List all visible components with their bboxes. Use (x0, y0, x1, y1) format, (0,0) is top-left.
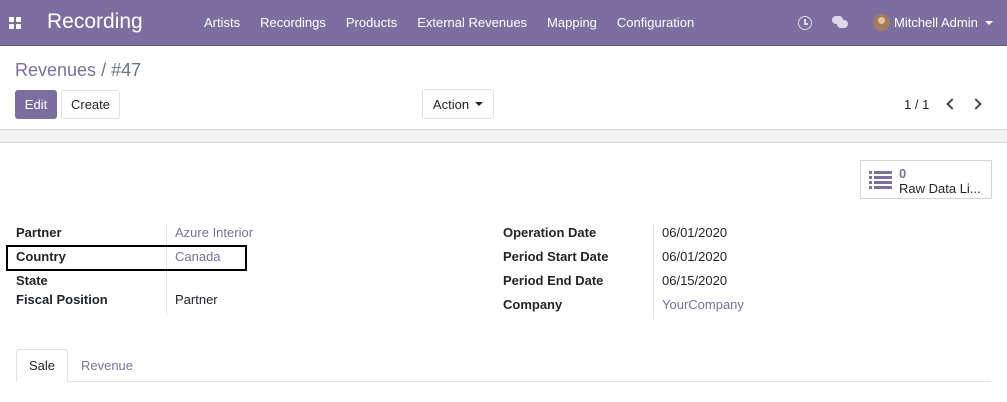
operation-date-label: Operation Date (503, 225, 597, 240)
menu-item-external-revenues[interactable]: External Revenues (407, 0, 537, 46)
country-row-highlight (6, 245, 247, 271)
breadcrumb-separator: / (101, 60, 107, 80)
partner-value[interactable]: Azure Interior (175, 225, 253, 240)
menu-item-mapping[interactable]: Mapping (537, 0, 607, 46)
breadcrumb-parent[interactable]: Revenues (15, 60, 96, 80)
user-name: Mitchell Admin (894, 15, 978, 30)
pager-value[interactable]: 1 / 1 (904, 97, 929, 112)
apps-grid-icon[interactable] (9, 17, 21, 29)
chevron-left-icon[interactable] (944, 97, 958, 111)
operation-date-value: 06/01/2020 (662, 225, 728, 240)
avatar (873, 14, 890, 31)
company-label: Company (503, 297, 563, 312)
menu-item-configuration[interactable]: Configuration (607, 0, 704, 46)
period-end-date-label: Period End Date (503, 273, 604, 288)
breadcrumb: Revenues / #47 (15, 60, 141, 81)
chat-icon[interactable] (832, 16, 848, 30)
chevron-right-icon[interactable] (970, 97, 984, 111)
menu-item-recordings[interactable]: Recordings (250, 0, 336, 46)
create-button[interactable]: Create (61, 90, 120, 119)
state-label: State (16, 273, 48, 288)
caret-down-icon (984, 20, 993, 25)
menu-item-artists[interactable]: Artists (194, 0, 250, 46)
caret-down-icon (475, 102, 484, 106)
action-label: Action (432, 96, 470, 112)
raw-data-lines-button[interactable]: 0 Raw Data Li... (860, 160, 992, 199)
right-field-divider (653, 223, 654, 319)
user-menu[interactable]: Mitchell Admin (873, 14, 993, 31)
tab-revenue[interactable]: Revenue (69, 349, 145, 382)
partner-label: Partner (16, 225, 62, 240)
list-icon (869, 171, 892, 190)
top-navbar: Recording Artists Recordings Products Ex… (0, 0, 1007, 46)
notebook-tabs: Sale Revenue (16, 349, 991, 382)
period-start-date-value: 06/01/2020 (662, 249, 728, 264)
period-end-date-value: 06/15/2020 (662, 273, 728, 288)
tab-sale[interactable]: Sale (16, 349, 68, 382)
raw-data-count: 0 (899, 166, 907, 181)
activity-clock-icon[interactable] (798, 16, 812, 30)
edit-button[interactable]: Edit (15, 90, 57, 119)
company-value[interactable]: YourCompany (662, 297, 744, 312)
sheet-separator (0, 129, 1007, 143)
menu-item-products[interactable]: Products (336, 0, 407, 46)
fiscal-position-label: Fiscal Position (16, 292, 108, 307)
main-menu: Artists Recordings Products External Rev… (194, 0, 704, 46)
action-dropdown-button[interactable]: Action (422, 89, 494, 119)
breadcrumb-current: #47 (111, 60, 142, 80)
app-title[interactable]: Recording (47, 10, 143, 34)
period-start-date-label: Period Start Date (503, 249, 609, 264)
fiscal-position-value: Partner (175, 292, 218, 307)
raw-data-label: Raw Data Li... (899, 181, 981, 196)
